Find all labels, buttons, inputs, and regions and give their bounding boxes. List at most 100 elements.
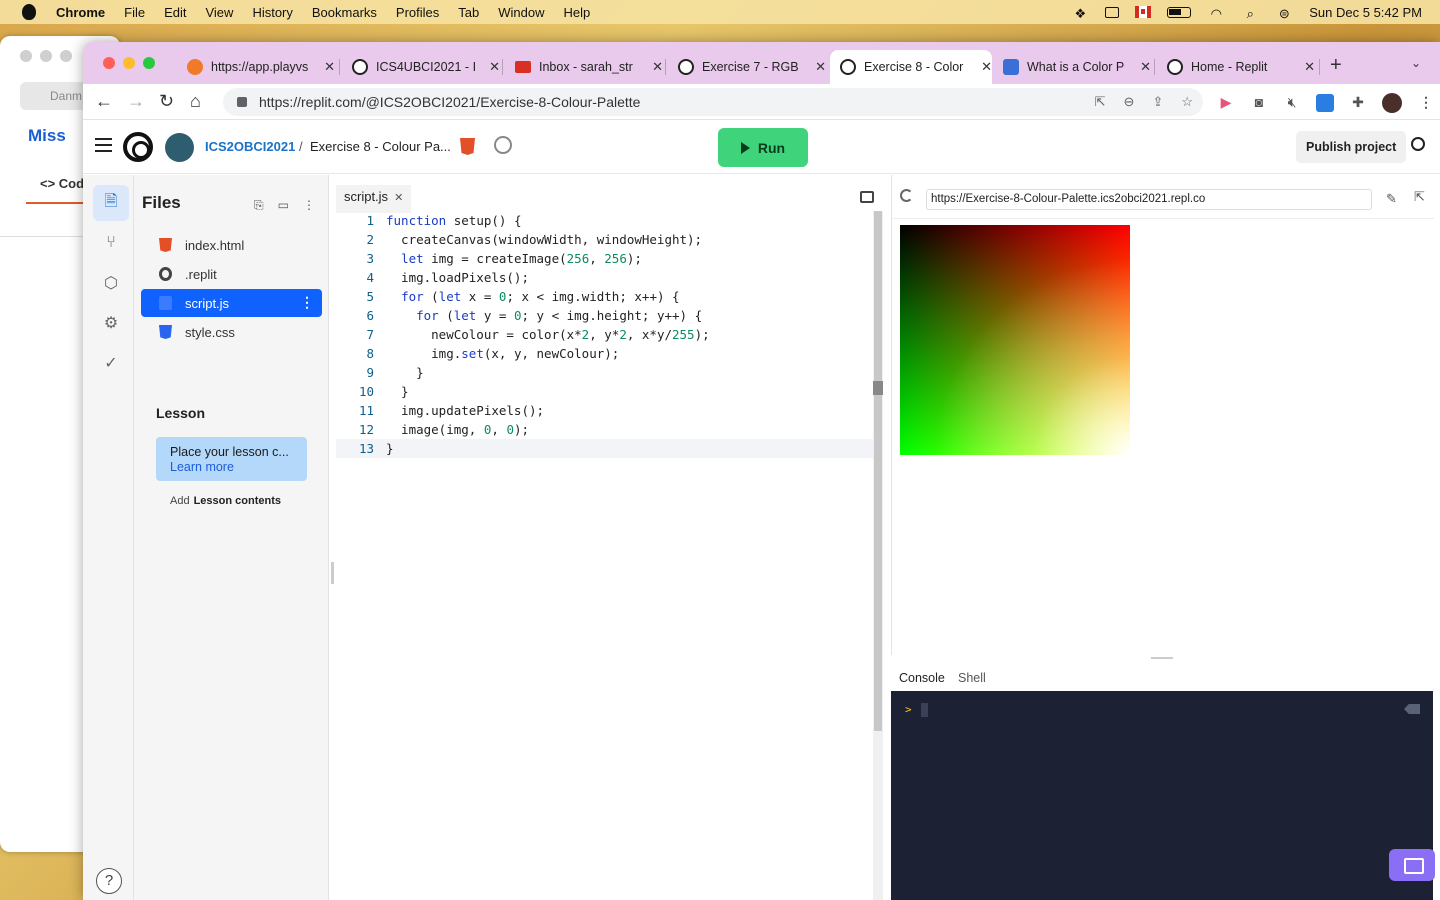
- window-minimize-button[interactable]: [123, 57, 135, 69]
- browser-tab[interactable]: Home - Replit ✕: [1157, 50, 1315, 84]
- add-lesson-contents-button[interactable]: Add Lesson contents: [170, 495, 281, 507]
- file-item-selected[interactable]: script.js ⋮: [141, 289, 322, 317]
- version-control-icon[interactable]: ⑂: [93, 225, 129, 261]
- replit-logo-icon[interactable]: [123, 132, 153, 162]
- code-line[interactable]: 10 }: [336, 382, 874, 401]
- tab-close-icon[interactable]: ✕: [815, 59, 826, 75]
- extension-screencast-icon[interactable]: ▶: [1217, 94, 1235, 112]
- forward-arrow-icon[interactable]: →: [127, 91, 145, 112]
- control-center-icon[interactable]: ⊜: [1275, 6, 1293, 21]
- address-bar-url[interactable]: https://replit.com/@ICS2OBCI2021/Exercis…: [259, 94, 640, 110]
- code-line[interactable]: 12 image(img, 0, 0);: [336, 420, 874, 439]
- dropbox-icon[interactable]: ❖: [1071, 6, 1089, 21]
- team-avatar[interactable]: [165, 133, 194, 162]
- back-arrow-icon[interactable]: ←: [95, 91, 113, 112]
- edit-pencil-icon[interactable]: ✎: [1386, 191, 1397, 207]
- menu-help[interactable]: Help: [564, 5, 591, 20]
- background-code-tab[interactable]: <> Cod: [40, 176, 84, 191]
- menu-profiles[interactable]: Profiles: [396, 5, 439, 20]
- run-button[interactable]: Run: [718, 128, 808, 167]
- window-minimize-button[interactable]: [40, 50, 52, 62]
- browser-tab[interactable]: Inbox - sarah_str ✕: [505, 50, 663, 84]
- zoom-icon[interactable]: ⊖: [1124, 94, 1135, 110]
- tab-close-icon[interactable]: ✕: [489, 59, 500, 75]
- window-zoom-button[interactable]: [143, 57, 155, 69]
- code-line[interactable]: 3 let img = createImage(256, 256);: [336, 249, 874, 268]
- mute-icon[interactable]: 🔇︎: [1283, 94, 1301, 112]
- open-new-tab-icon[interactable]: ⇱: [1414, 189, 1425, 205]
- open-in-app-icon[interactable]: ⇱: [1095, 94, 1106, 110]
- reload-icon[interactable]: ↻: [159, 91, 174, 112]
- code-area[interactable]: 1 function setup() {2 createCanvas(window…: [336, 211, 874, 458]
- new-tab-plus-icon[interactable]: +: [1330, 54, 1342, 77]
- home-icon[interactable]: ⌂: [190, 91, 201, 112]
- lock-icon[interactable]: [237, 97, 247, 107]
- history-icon[interactable]: [494, 136, 512, 154]
- settings-gear-icon[interactable]: ⚙︎: [93, 305, 129, 341]
- menu-edit[interactable]: Edit: [164, 5, 186, 20]
- packages-cube-icon[interactable]: ⬡: [93, 265, 129, 301]
- profile-avatar[interactable]: [1382, 93, 1402, 113]
- tab-close-icon[interactable]: ✕: [1140, 59, 1151, 75]
- spotlight-search-icon[interactable]: ⌕: [1241, 6, 1259, 21]
- panel-resize-handle[interactable]: [331, 562, 334, 584]
- menu-file[interactable]: File: [124, 5, 145, 20]
- files-icon[interactable]: 🗎︎: [93, 185, 129, 221]
- tab-console[interactable]: Console: [899, 671, 945, 685]
- code-line[interactable]: 2 createCanvas(windowWidth, windowHeight…: [336, 230, 874, 249]
- code-line[interactable]: 5 for (let x = 0; x < img.width; x++) {: [336, 287, 874, 306]
- tab-close-icon[interactable]: ✕: [652, 59, 663, 75]
- tab-shell[interactable]: Shell: [958, 671, 986, 685]
- chat-bubble-icon[interactable]: [1389, 849, 1435, 881]
- wifi-icon[interactable]: ◠: [1207, 6, 1225, 21]
- scrollbar-thumb[interactable]: [874, 211, 882, 731]
- search-icon[interactable]: [1411, 137, 1425, 151]
- checkmark-icon[interactable]: ✓: [93, 345, 129, 381]
- new-folder-icon[interactable]: ▭: [278, 198, 289, 213]
- menu-bookmarks[interactable]: Bookmarks: [312, 5, 377, 20]
- code-line[interactable]: 9 }: [336, 363, 874, 382]
- menu-view[interactable]: View: [205, 5, 233, 20]
- file-item[interactable]: .replit: [141, 260, 322, 288]
- learn-more-link[interactable]: Learn more: [170, 460, 307, 474]
- editor-scrollbar[interactable]: [873, 211, 883, 900]
- extensions-puzzle-icon[interactable]: ✚: [1349, 94, 1367, 112]
- webview-url-field[interactable]: https://Exercise-8-Colour-Palette.ics2ob…: [926, 189, 1372, 210]
- webview-console-resize-handle[interactable]: [1151, 657, 1173, 659]
- browser-tab[interactable]: ICS4UBCI2021 - I ✕: [342, 50, 500, 84]
- file-item[interactable]: index.html: [141, 231, 322, 259]
- browser-tab[interactable]: What is a Color P ✕: [993, 50, 1151, 84]
- project-name[interactable]: Exercise 8 - Colour Pa...: [310, 139, 451, 154]
- help-question-icon[interactable]: ?: [96, 868, 122, 894]
- bookmark-star-icon[interactable]: ☆: [1181, 94, 1193, 110]
- canada-flag-icon[interactable]: [1135, 6, 1152, 18]
- battery-icon[interactable]: [1167, 6, 1192, 18]
- hamburger-menu-icon[interactable]: [95, 138, 112, 152]
- tab-search-chevron-icon[interactable]: ⌄: [1411, 56, 1421, 70]
- browser-tab[interactable]: Exercise 7 - RGB ✕: [668, 50, 826, 84]
- publish-project-button[interactable]: Publish project: [1296, 131, 1407, 163]
- camera-icon[interactable]: ◙: [1250, 94, 1268, 112]
- webview-reload-icon[interactable]: [900, 189, 913, 202]
- console-output[interactable]: >: [891, 691, 1433, 900]
- code-line[interactable]: 13}: [336, 439, 874, 458]
- file-item[interactable]: style.css: [141, 318, 322, 346]
- share-icon[interactable]: ⇪: [1152, 94, 1163, 110]
- menu-clock[interactable]: Sun Dec 5 5:42 PM: [1309, 5, 1422, 20]
- screen-mirror-icon[interactable]: [1105, 6, 1120, 18]
- code-line[interactable]: 6 for (let y = 0; y < img.height; y++) {: [336, 306, 874, 325]
- browser-tab-active[interactable]: Exercise 8 - Color ✕: [830, 50, 992, 84]
- clear-console-icon[interactable]: [1404, 704, 1420, 714]
- address-bar[interactable]: https://replit.com/@ICS2OBCI2021/Exercis…: [223, 88, 1203, 116]
- code-line[interactable]: 8 img.set(x, y, newColour);: [336, 344, 874, 363]
- menu-app-name[interactable]: Chrome: [56, 5, 105, 20]
- team-name-link[interactable]: ICS2OBCI2021: [205, 139, 295, 154]
- new-file-icon[interactable]: ⎘: [254, 198, 264, 213]
- files-menu-kebab-icon[interactable]: ⋮: [303, 198, 315, 213]
- menu-tab[interactable]: Tab: [458, 5, 479, 20]
- tab-close-icon[interactable]: ✕: [981, 59, 992, 75]
- chrome-menu-kebab-icon[interactable]: ⋮: [1417, 94, 1435, 112]
- editor-layout-icon[interactable]: [860, 191, 874, 203]
- extension-app-icon[interactable]: [1316, 94, 1334, 112]
- tab-close-icon[interactable]: ✕: [324, 59, 335, 75]
